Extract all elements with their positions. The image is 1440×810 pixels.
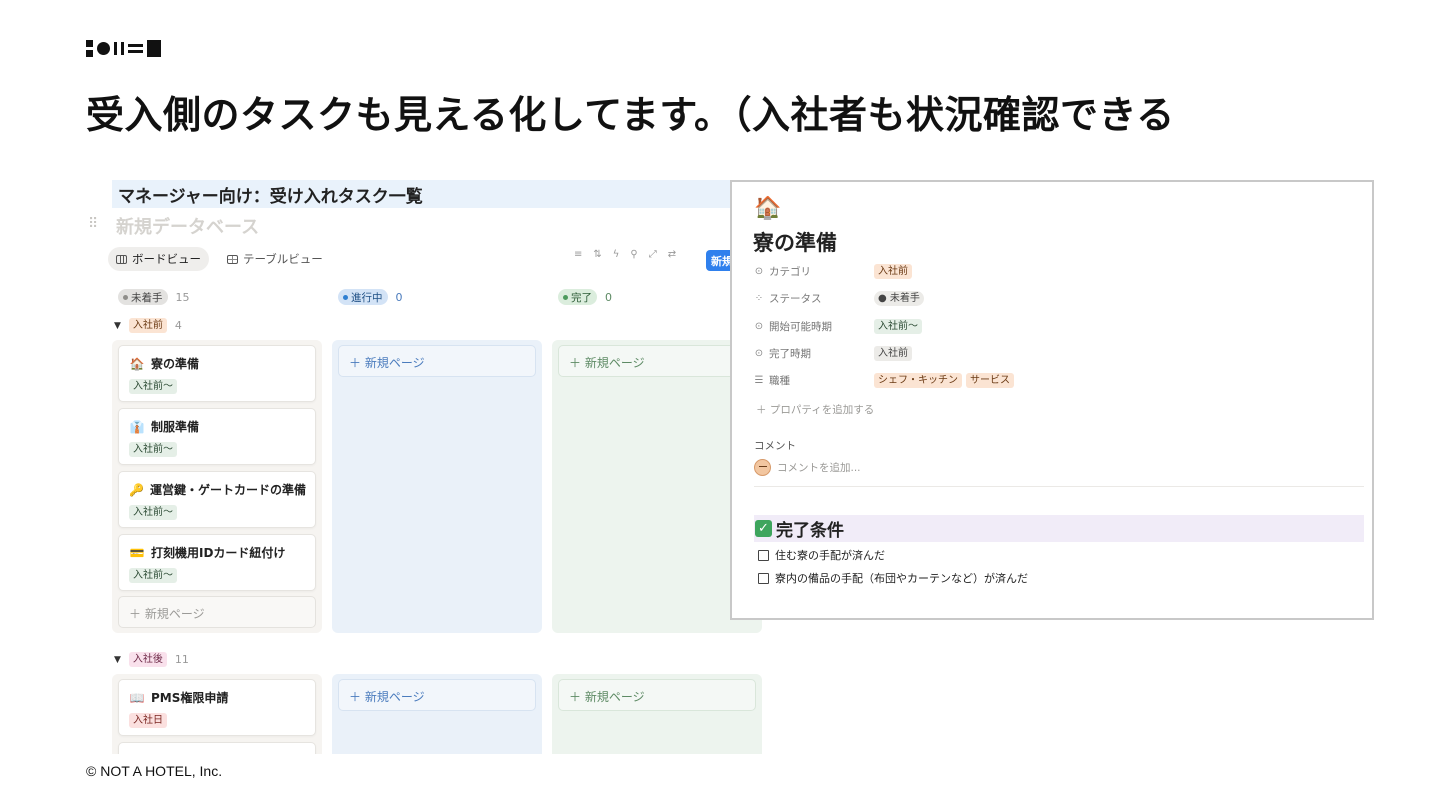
search-icon[interactable]: ⚲ [630, 249, 637, 260]
group-toggle[interactable]: ▼ 入社後 11 [114, 652, 189, 667]
todo-item[interactable]: 住む寮の手配が済んだ [758, 547, 885, 563]
new-page-button[interactable]: ＋ 新規ページ [558, 679, 756, 711]
property-value: サービス [966, 373, 1014, 388]
db-heading: マネージャー向け：受け入れタスク一覧 [112, 180, 784, 208]
property-complete-period[interactable]: ⊙ 完了時期 入社前 [754, 346, 912, 361]
card-tag: 入社前〜 [129, 505, 177, 520]
checkbox[interactable] [758, 572, 769, 584]
uniform-icon: 👔 [129, 419, 145, 434]
tab-board-view[interactable]: ボードビュー [108, 247, 209, 271]
avatar [754, 459, 771, 476]
select-icon: ⊙ [754, 321, 764, 332]
copyright-footer: © NOT A HOTEL, Inc. [86, 763, 223, 779]
page-detail-panel: 🏠 寮の準備 ⊙ カテゴリ 入社前 ⁘ ステータス ● 未着手 ⊙ 開始可能時期 入社… [730, 180, 1374, 620]
status-pill: 進行中 [338, 289, 388, 305]
property-value: ● 未着手 [874, 291, 924, 306]
divider [754, 486, 1364, 487]
list-icon: ☰ [754, 375, 764, 386]
table-view-icon [227, 254, 238, 264]
task-card[interactable]: 📖 PMS権限申請 入社日 [118, 679, 316, 736]
select-icon: ⊙ [754, 348, 764, 359]
property-job-type[interactable]: ☰ 職種 シェフ・キッチン サービス [754, 373, 1014, 388]
key-icon: 🔑 [129, 482, 144, 497]
task-card[interactable] [118, 742, 316, 754]
done-criteria-heading: ✓ 完了条件 [754, 515, 1364, 542]
card-tag: 入社日 [129, 713, 167, 728]
group-label: 入社後 [128, 652, 167, 667]
column-header-in-progress: 進行中 0 [332, 283, 542, 311]
drag-handle-icon[interactable]: ⠿ [88, 216, 98, 232]
group-count: 4 [174, 319, 182, 332]
group-count: 11 [174, 653, 189, 666]
status-pill: 未着手 [118, 289, 168, 305]
slide-title: 受入側のタスクも見える化してます。（入社者も状況確認できる [86, 93, 1175, 137]
view-tabs: ボードビュー テーブルビュー [108, 247, 331, 271]
book-icon: 📖 [129, 690, 145, 705]
property-status[interactable]: ⁘ ステータス ● 未着手 [754, 291, 924, 306]
lane-in-progress [332, 340, 542, 633]
card-tag: 入社前〜 [129, 379, 177, 394]
check-mark-icon: ✓ [755, 520, 772, 537]
tab-label: テーブルビュー [243, 252, 323, 266]
column-count: 0 [395, 290, 403, 304]
comment-label: コメント [754, 440, 796, 452]
page-title[interactable]: 寮の準備 [753, 227, 837, 257]
card-tag: 入社前〜 [129, 568, 177, 583]
comment-placeholder: コメントを追加... [777, 462, 861, 474]
triangle-down-icon: ▼ [114, 654, 121, 665]
group-toggle[interactable]: ▼ 入社前 4 [114, 318, 182, 333]
card-tag: 入社前〜 [129, 442, 177, 457]
sort-icon[interactable]: ⇅ [593, 249, 601, 260]
comment-input[interactable]: コメントを追加... [754, 459, 861, 476]
board-toolbar: ≡ ⇅ ϟ ⚲ ⤢ ⇄ [574, 249, 676, 260]
checkbox[interactable] [758, 549, 769, 561]
board-view-icon [116, 254, 127, 264]
tab-label: ボードビュー [132, 252, 201, 266]
select-icon: ⊙ [754, 266, 764, 277]
column-count: 15 [175, 290, 190, 304]
property-value: 入社前 [874, 264, 912, 279]
todo-item[interactable]: 寮内の備品の手配（布団やカーテンなど）が済んだ [758, 570, 1028, 586]
status-pill: 完了 [558, 289, 597, 305]
brand-logo [86, 37, 161, 59]
column-count: 0 [605, 290, 612, 304]
new-page-button[interactable]: ＋ 新規ページ [118, 596, 316, 628]
card-icon: 💳 [129, 545, 145, 560]
task-card[interactable]: 👔 制服準備 入社前〜 [118, 408, 316, 465]
column-header-todo: 未着手 15 [112, 283, 322, 311]
house-icon[interactable]: 🏠 [754, 196, 781, 221]
database-name[interactable]: 新規データベース [116, 213, 259, 239]
add-property-button[interactable]: ＋ プロパティを追加する [756, 402, 874, 417]
new-page-button[interactable]: ＋ 新規ページ [338, 345, 536, 377]
filter-icon[interactable]: ≡ [574, 249, 582, 260]
property-value: 入社前 [874, 346, 912, 361]
group-label: 入社前 [128, 318, 167, 333]
new-page-button[interactable]: ＋ 新規ページ [338, 679, 536, 711]
task-board: マネージャー向け：受け入れタスク一覧 ⠿ 新規データベース ボードビュー テーブ… [84, 150, 784, 754]
tab-table-view[interactable]: テーブルビュー [219, 247, 331, 271]
status-icon: ⁘ [754, 293, 764, 304]
automation-icon[interactable]: ϟ [613, 249, 620, 260]
expand-icon[interactable]: ⤢ [649, 249, 657, 260]
property-value: シェフ・キッチン [874, 373, 962, 388]
settings-icon[interactable]: ⇄ [668, 249, 676, 260]
property-value: 入社前〜 [874, 319, 922, 334]
task-card[interactable]: 💳 打刻機用IDカード紐付け 入社前〜 [118, 534, 316, 591]
property-category[interactable]: ⊙ カテゴリ 入社前 [754, 264, 912, 279]
task-card[interactable]: 🏠 寮の準備 入社前〜 [118, 345, 316, 402]
property-start-period[interactable]: ⊙ 開始可能時期 入社前〜 [754, 319, 922, 334]
task-card[interactable]: 🔑 運営鍵・ゲートカードの準備 入社前〜 [118, 471, 316, 528]
house-icon: 🏠 [129, 356, 145, 371]
new-page-button[interactable]: ＋ 新規ページ [558, 345, 756, 377]
triangle-down-icon: ▼ [114, 320, 121, 331]
